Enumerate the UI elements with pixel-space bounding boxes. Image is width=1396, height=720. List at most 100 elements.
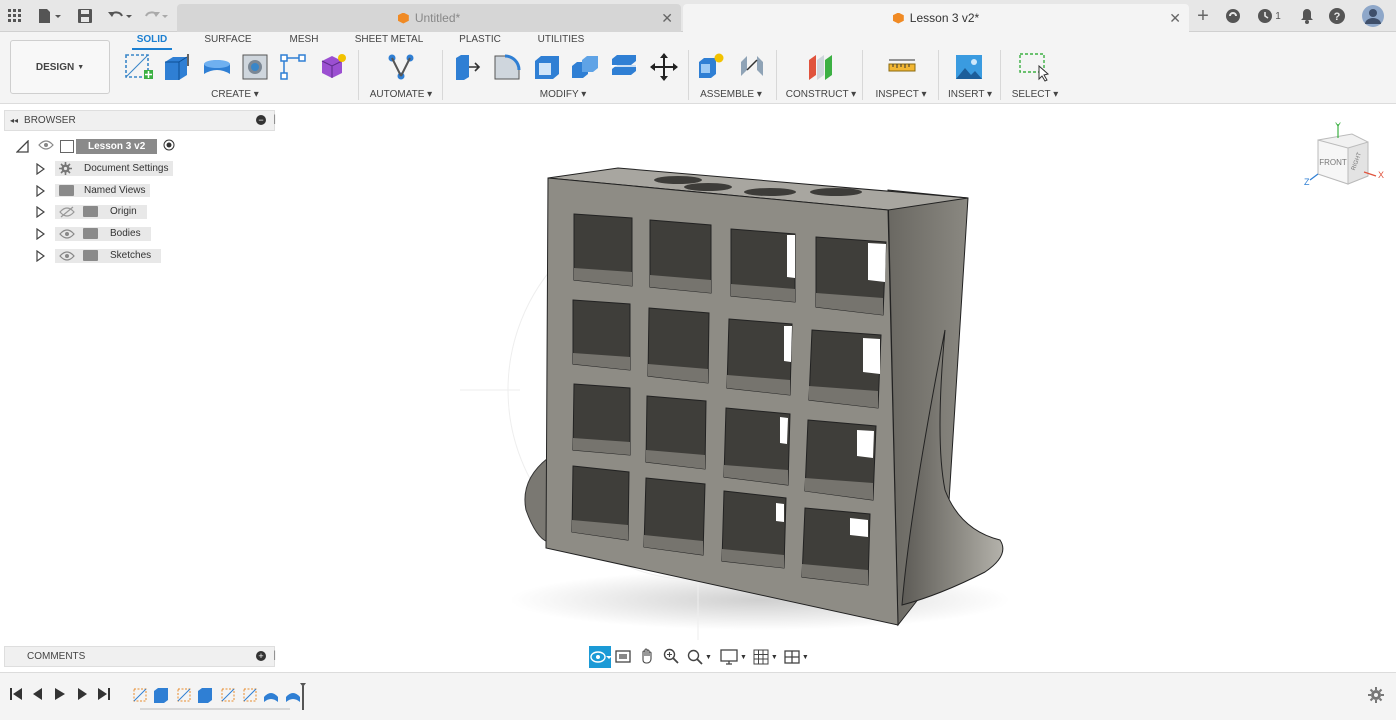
extrude-feature-icon[interactable] xyxy=(198,688,212,703)
job-status-icon[interactable]: 1 xyxy=(1254,6,1284,26)
undo-icon[interactable] xyxy=(106,6,134,26)
shell-icon[interactable] xyxy=(532,52,562,82)
pin-panel-icon[interactable]: | xyxy=(273,650,276,661)
minimize-panel-icon[interactable]: − xyxy=(256,115,266,125)
sketch-feature-icon[interactable] xyxy=(221,688,235,702)
fit-zoom-window-icon[interactable]: ▼ xyxy=(687,649,712,665)
apps-grid-icon[interactable] xyxy=(6,6,24,26)
construct-group-label[interactable]: CONSTRUCT ▾ xyxy=(784,89,858,101)
tree-item-origin[interactable]: Origin xyxy=(36,202,147,221)
revolve-icon[interactable] xyxy=(202,52,232,82)
expand-triangle-icon[interactable] xyxy=(36,227,45,240)
go-to-end-icon[interactable] xyxy=(98,687,110,704)
assemble-group-label[interactable]: ASSEMBLE ▾ xyxy=(698,89,764,101)
extrude-feature-icon[interactable] xyxy=(154,688,168,703)
tree-item-named-views[interactable]: Named Views xyxy=(36,181,150,200)
timeline-settings-gear-icon[interactable] xyxy=(1368,687,1384,706)
hole-icon[interactable] xyxy=(241,52,271,82)
timeline-marker[interactable] xyxy=(300,683,306,710)
press-pull-icon[interactable] xyxy=(453,52,483,82)
tab-lesson[interactable]: Lesson 3 v2* ✕ xyxy=(683,4,1189,32)
tab-utilities[interactable]: UTILITIES xyxy=(532,34,590,50)
extensions-icon[interactable] xyxy=(1224,6,1242,26)
play-icon[interactable] xyxy=(54,687,66,704)
view-cube[interactable]: FRONT RIGHT Y X Z xyxy=(1304,120,1384,190)
combine-icon[interactable] xyxy=(570,52,600,82)
redo-icon[interactable] xyxy=(142,6,170,26)
create-group-label[interactable]: CREATE ▾ xyxy=(204,89,266,101)
add-comment-icon[interactable]: + xyxy=(256,651,266,661)
tab-surface[interactable]: SURFACE xyxy=(200,34,256,50)
new-tab-icon[interactable]: + xyxy=(1192,5,1214,27)
expand-triangle-icon[interactable] xyxy=(36,205,45,218)
pan-icon[interactable] xyxy=(639,647,655,667)
tab-mesh[interactable]: MESH xyxy=(284,34,324,50)
split-body-icon[interactable] xyxy=(609,52,639,82)
offset-plane-icon[interactable] xyxy=(806,52,836,82)
sketch-feature-icon[interactable] xyxy=(243,688,257,702)
form-icon[interactable] xyxy=(318,52,348,82)
automate-group-label[interactable]: AUTOMATE ▾ xyxy=(366,89,436,101)
pin-panel-icon[interactable]: | xyxy=(273,114,276,125)
eye-icon[interactable] xyxy=(59,228,75,240)
insert-group-label[interactable]: INSERT ▾ xyxy=(944,89,996,101)
sketch-feature-icon[interactable] xyxy=(133,688,147,702)
move-copy-icon[interactable] xyxy=(649,52,679,82)
tree-item-sketches[interactable]: Sketches xyxy=(36,246,162,265)
workspace-switcher-button[interactable]: DESIGN ▼ xyxy=(10,40,110,94)
create-sketch-icon[interactable] xyxy=(124,52,154,82)
tab-solid[interactable]: SOLID xyxy=(132,34,172,50)
eye-icon[interactable] xyxy=(38,139,54,154)
collapse-triangle-icon[interactable] xyxy=(16,139,30,154)
3d-viewport[interactable] xyxy=(440,110,1040,640)
activate-component-icon[interactable] xyxy=(163,139,175,154)
automate-icon[interactable] xyxy=(386,52,416,82)
loft-feature-icon[interactable] xyxy=(286,693,300,702)
notifications-icon[interactable] xyxy=(1298,6,1316,26)
timeline-features[interactable] xyxy=(130,681,310,713)
look-at-icon[interactable] xyxy=(615,648,631,667)
sketch-feature-icon[interactable] xyxy=(177,688,191,702)
select-group-label[interactable]: SELECT ▾ xyxy=(1006,89,1064,101)
loft-feature-icon[interactable] xyxy=(264,693,278,702)
expand-triangle-icon[interactable] xyxy=(36,249,45,262)
close-tab-icon[interactable]: ✕ xyxy=(1169,10,1181,27)
insert-image-icon[interactable] xyxy=(954,52,984,82)
display-settings-icon[interactable]: ▼ xyxy=(720,649,747,665)
extrude-icon[interactable] xyxy=(162,52,192,82)
tree-item-document-settings[interactable]: Document Settings xyxy=(36,159,173,178)
collapse-panel-icon[interactable]: ◂◂ xyxy=(10,116,18,125)
save-icon[interactable] xyxy=(76,6,94,26)
step-forward-icon[interactable] xyxy=(76,687,88,704)
root-component-label[interactable]: Lesson 3 v2 xyxy=(76,139,158,154)
tree-item-bodies[interactable]: Bodies xyxy=(36,224,151,243)
top-hole xyxy=(654,176,702,184)
tab-plastic[interactable]: PLASTIC xyxy=(452,34,508,50)
eye-hidden-icon[interactable] xyxy=(59,206,75,218)
close-tab-icon[interactable]: ✕ xyxy=(661,10,673,27)
comments-panel-header[interactable]: COMMENTS + | xyxy=(4,646,276,667)
expand-triangle-icon[interactable] xyxy=(36,184,45,197)
go-to-start-icon[interactable] xyxy=(10,687,22,704)
rectangular-pattern-icon[interactable] xyxy=(279,52,309,82)
fillet-icon[interactable] xyxy=(492,52,522,82)
new-component-icon[interactable] xyxy=(696,52,726,82)
viewports-icon[interactable]: ▼ xyxy=(784,649,809,665)
help-icon[interactable]: ? xyxy=(1328,6,1346,26)
user-avatar-icon[interactable] xyxy=(1362,5,1384,27)
orbit-button[interactable] xyxy=(589,646,611,668)
file-menu-icon[interactable] xyxy=(36,6,64,26)
zoom-icon[interactable] xyxy=(663,648,679,667)
inspect-group-label[interactable]: INSPECT ▾ xyxy=(872,89,930,101)
step-back-icon[interactable] xyxy=(32,687,44,704)
modify-group-label[interactable]: MODIFY ▾ xyxy=(530,89,596,101)
joint-icon[interactable] xyxy=(737,52,767,82)
eye-icon[interactable] xyxy=(59,250,75,262)
expand-triangle-icon[interactable] xyxy=(36,162,45,175)
tree-root-row[interactable]: Lesson 3 v2 xyxy=(16,137,175,156)
tab-untitled[interactable]: Untitled* ✕ xyxy=(177,4,681,32)
window-select-icon[interactable] xyxy=(1018,52,1050,82)
tab-sheet-metal[interactable]: SHEET METAL xyxy=(350,34,428,50)
measure-icon[interactable] xyxy=(887,52,917,82)
grid-snaps-icon[interactable]: ▼ xyxy=(753,649,778,665)
